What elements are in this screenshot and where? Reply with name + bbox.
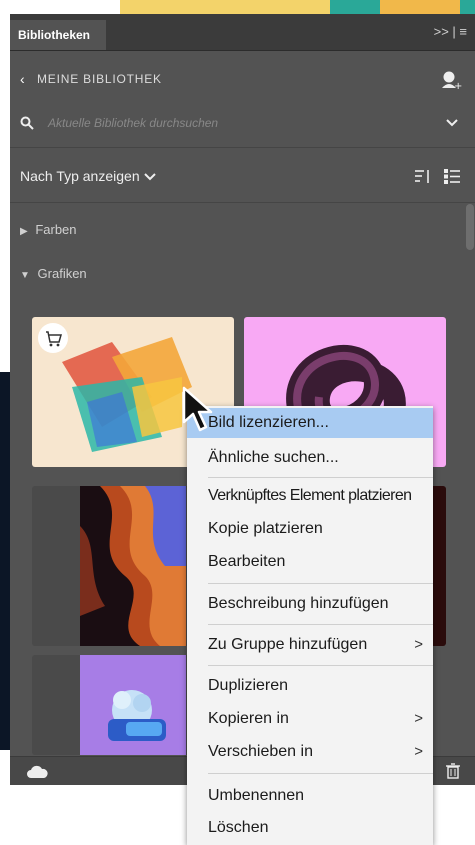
- submenu-arrow-icon: >: [414, 710, 423, 727]
- menu-item-label: Kopie platzieren: [208, 520, 323, 537]
- chevron-down-icon[interactable]: [446, 118, 458, 128]
- section-graphics[interactable]: ▼ Grafiken: [20, 264, 475, 284]
- breadcrumb[interactable]: ‹ MEINE BIBLIOTHEK +: [10, 66, 475, 92]
- section-colors[interactable]: ▶ Farben: [20, 220, 475, 240]
- search-input[interactable]: Aktuelle Bibliothek durchsuchen: [48, 112, 218, 134]
- menu-separator: [208, 773, 433, 774]
- cloud-icon[interactable]: [26, 765, 48, 779]
- filter-label: Nach Typ anzeigen: [20, 168, 140, 184]
- mouse-cursor-icon: [182, 386, 213, 432]
- menu-item-move-to[interactable]: Verschieben in >: [187, 737, 433, 767]
- tab-libraries[interactable]: Bibliotheken: [10, 20, 106, 50]
- menu-separator: [208, 665, 433, 666]
- list-view-icon[interactable]: [444, 169, 460, 184]
- menu-item-copy-to[interactable]: Kopieren in >: [187, 704, 433, 734]
- menu-item-find-similar[interactable]: Ähnliche suchen...: [187, 443, 433, 473]
- trash-icon[interactable]: [446, 763, 460, 779]
- menu-item-label: Kopieren in: [208, 710, 289, 727]
- breadcrumb-label: MEINE BIBLIOTHEK: [37, 72, 162, 86]
- menu-item-label: Ähnliche suchen...: [208, 449, 339, 466]
- panel-tabbar: Bibliotheken >> | ≡: [10, 14, 475, 51]
- menu-item-place-copy[interactable]: Kopie platzieren: [187, 514, 433, 544]
- menu-item-label: Beschreibung hinzufügen: [208, 595, 389, 612]
- add-user-icon[interactable]: +: [440, 70, 462, 90]
- chevron-down-icon: [144, 173, 156, 181]
- cart-icon[interactable]: [38, 323, 68, 353]
- menu-separator: [208, 624, 433, 625]
- menu-item-place-linked[interactable]: Verknüpftes Element platzieren: [187, 481, 433, 511]
- caret-right-icon: ▶: [20, 226, 28, 237]
- menu-item-edit[interactable]: Bearbeiten: [187, 547, 433, 577]
- menu-separator: [208, 477, 433, 478]
- sort-icon[interactable]: [415, 169, 431, 184]
- menu-item-label: Löschen: [208, 819, 269, 836]
- search-bar[interactable]: Aktuelle Bibliothek durchsuchen: [10, 112, 475, 134]
- submenu-arrow-icon: >: [414, 743, 423, 760]
- chevron-left-icon: ‹: [20, 71, 26, 87]
- menu-item-add-to-group[interactable]: Zu Gruppe hinzufügen >: [187, 630, 433, 660]
- context-menu: Bild lizenzieren... Ähnliche suchen... V…: [187, 406, 433, 845]
- menu-item-label: Bild lizenzieren...: [208, 414, 329, 431]
- menu-item-label: Verschieben in: [208, 743, 313, 760]
- menu-separator: [208, 583, 433, 584]
- divider: [10, 202, 475, 203]
- menu-item-label: Bearbeiten: [208, 553, 286, 570]
- view-by-type-dropdown[interactable]: Nach Typ anzeigen: [10, 164, 475, 188]
- menu-item-license-image[interactable]: Bild lizenzieren...: [187, 408, 433, 438]
- svg-text:+: +: [454, 81, 462, 90]
- vr-headset-image: [80, 655, 186, 755]
- menu-item-add-description[interactable]: Beschreibung hinzufügen: [187, 589, 433, 619]
- section-label: Farben: [35, 222, 77, 237]
- caret-down-icon: ▼: [20, 270, 30, 281]
- menu-item-duplicate[interactable]: Duplizieren: [187, 671, 433, 701]
- search-icon: [20, 116, 34, 130]
- menu-item-rename[interactable]: Umbenennen: [187, 781, 433, 811]
- menu-item-label: Duplizieren: [208, 677, 289, 694]
- submenu-arrow-icon: >: [414, 636, 423, 653]
- section-label: Grafiken: [37, 266, 87, 281]
- menu-item-label: Umbenennen: [208, 787, 305, 804]
- menu-item-label: Verknüpftes Element platzieren: [208, 487, 412, 504]
- panel-menu-controls[interactable]: >> | ≡: [434, 24, 467, 39]
- divider: [10, 147, 475, 148]
- menu-item-label: Zu Gruppe hinzufügen: [208, 636, 368, 653]
- scrollbar[interactable]: [466, 204, 474, 250]
- menu-item-delete[interactable]: Löschen: [187, 813, 433, 843]
